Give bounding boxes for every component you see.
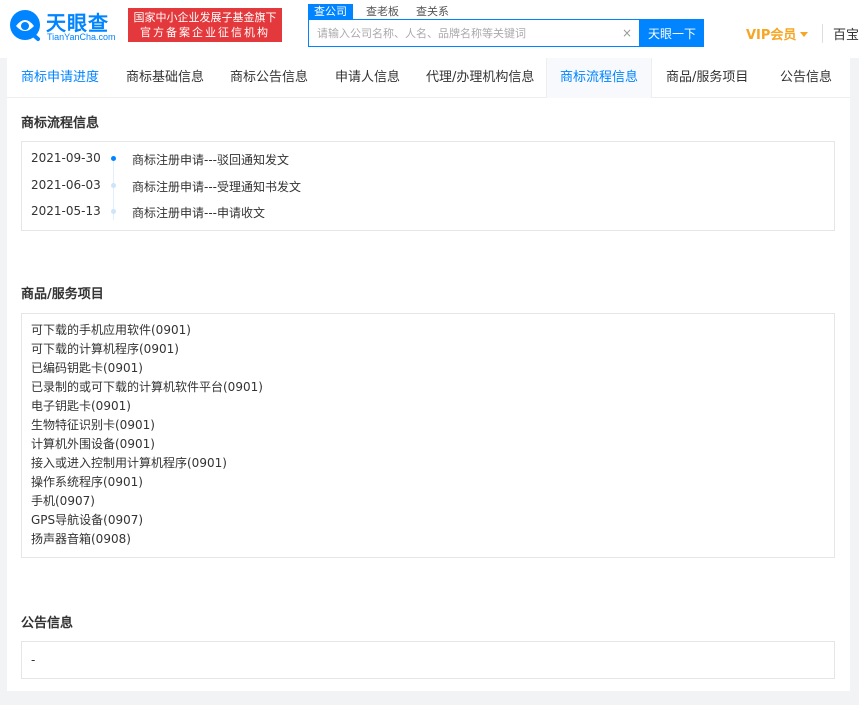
timeline-text: 商标注册申请---驳回通知发文 xyxy=(132,153,289,167)
tianyancha-logo-icon xyxy=(10,10,40,41)
timeline-item: 2021-06-03 商标注册申请---受理通知书发文 xyxy=(22,178,834,196)
goods-list: 可下载的手机应用软件(0901) 可下载的计算机程序(0901) 已编码钥匙卡(… xyxy=(31,321,263,549)
toolbox-link[interactable]: 百宝箱 xyxy=(822,24,859,43)
list-item: GPS导航设备(0907) xyxy=(31,513,144,527)
trademark-detail-card: 商标申请进度 商标基础信息 商标公告信息 申请人信息 代理/办理机构信息 商标流… xyxy=(7,58,850,691)
timeline-item: 2021-05-13 商标注册申请---申请收文 xyxy=(22,204,834,222)
search-button[interactable]: 天眼一下 xyxy=(640,19,704,47)
search-box: × xyxy=(308,19,640,47)
search-tab-boss[interactable]: 查老板 xyxy=(366,4,399,19)
search-input[interactable] xyxy=(317,20,617,46)
top-header: 天眼查 TianYanCha.com 国家中小企业发展子基金旗下 官方备案企业征… xyxy=(0,0,859,58)
timeline-text: 商标注册申请---申请收文 xyxy=(132,206,265,220)
timeline-dot-icon xyxy=(111,156,116,161)
section-title-notice: 公告信息 xyxy=(21,616,74,631)
list-item: 可下载的计算机程序(0901) xyxy=(31,342,179,356)
notice-box: - xyxy=(21,641,835,679)
tab-application-progress[interactable]: 商标申请进度 xyxy=(21,58,99,98)
goods-services-box: 可下载的手机应用软件(0901) 可下载的计算机程序(0901) 已编码钥匙卡(… xyxy=(21,313,835,558)
notice-value: - xyxy=(31,653,36,667)
section-title-process: 商标流程信息 xyxy=(21,116,100,131)
timeline-date: 2021-09-30 xyxy=(31,151,101,165)
slogan-badge: 国家中小企业发展子基金旗下 官方备案企业征信机构 xyxy=(128,8,282,42)
list-item: 扬声器音箱(0908) xyxy=(31,532,131,546)
search-tab-company[interactable]: 查公司 xyxy=(308,4,353,19)
list-item: 生物特征识别卡(0901) xyxy=(31,418,155,432)
list-item: 已录制的或可下载的计算机软件平台(0901) xyxy=(31,380,263,394)
timeline-dot-icon xyxy=(111,209,116,214)
search-tab-relation[interactable]: 查关系 xyxy=(416,4,449,19)
tab-notice-info[interactable]: 公告信息 xyxy=(780,58,832,98)
process-timeline: 2021-09-30 商标注册申请---驳回通知发文 2021-06-03 商标… xyxy=(21,141,835,231)
list-item: 接入或进入控制用计算机程序(0901) xyxy=(31,456,227,470)
clear-icon[interactable]: × xyxy=(622,26,634,40)
list-item: 操作系统程序(0901) xyxy=(31,475,143,489)
section-title-goods: 商品/服务项目 xyxy=(21,287,104,302)
vip-label: VIP会员 xyxy=(746,28,797,43)
list-item: 电子钥匙卡(0901) xyxy=(31,399,131,413)
tab-agency-info[interactable]: 代理/办理机构信息 xyxy=(426,58,534,98)
caret-down-icon xyxy=(800,32,809,37)
vip-menu[interactable]: VIP会员 xyxy=(746,24,809,43)
list-item: 手机(0907) xyxy=(31,494,95,508)
timeline-date: 2021-06-03 xyxy=(31,178,101,192)
logo-subtext: TianYanCha.com xyxy=(47,32,116,42)
timeline-item: 2021-09-30 商标注册申请---驳回通知发文 xyxy=(22,151,834,169)
timeline-date: 2021-05-13 xyxy=(31,204,101,218)
slogan-line-1: 国家中小企业发展子基金旗下 xyxy=(133,11,277,24)
tab-announcement-info[interactable]: 商标公告信息 xyxy=(230,58,308,98)
list-item: 计算机外围设备(0901) xyxy=(31,437,155,451)
list-item: 可下载的手机应用软件(0901) xyxy=(31,323,191,337)
logo[interactable]: 天眼查 TianYanCha.com xyxy=(8,6,124,44)
tab-goods-services[interactable]: 商品/服务项目 xyxy=(666,58,748,98)
tab-applicant-info[interactable]: 申请人信息 xyxy=(335,58,400,98)
tab-process-info[interactable]: 商标流程信息 xyxy=(546,58,652,98)
timeline-text: 商标注册申请---受理通知书发文 xyxy=(132,180,301,194)
list-item: 已编码钥匙卡(0901) xyxy=(31,361,143,375)
slogan-line-2: 官方备案企业征信机构 xyxy=(140,26,270,39)
tab-basic-info[interactable]: 商标基础信息 xyxy=(126,58,204,98)
timeline-dot-icon xyxy=(111,183,116,188)
detail-tabs: 商标申请进度 商标基础信息 商标公告信息 申请人信息 代理/办理机构信息 商标流… xyxy=(7,58,850,98)
